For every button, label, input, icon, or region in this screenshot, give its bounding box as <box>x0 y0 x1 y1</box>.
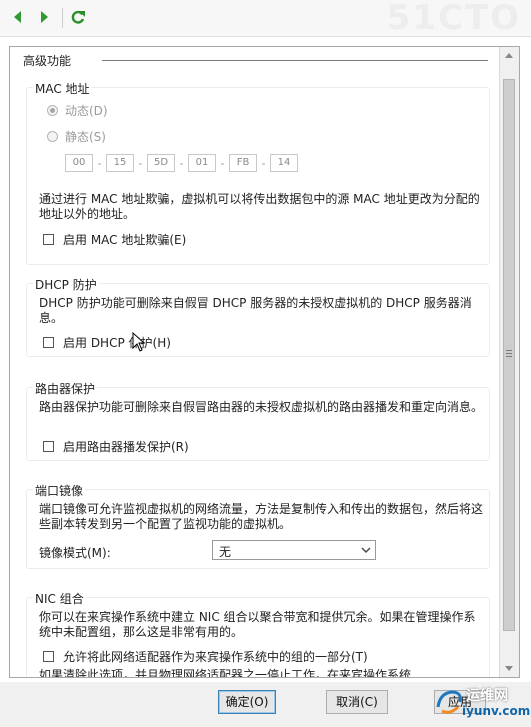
nic-teaming-title: NIC 组合 <box>33 590 86 607</box>
logo-icon <box>436 690 462 714</box>
ok-button[interactable]: 确定(O) <box>218 690 276 714</box>
nic-teaming-group: NIC 组合 你可以在来宾操作系统中建立 NIC 组合以聚合带宽和提供冗余。如果… <box>26 590 490 677</box>
mac-separator: - <box>97 156 102 170</box>
section-divider <box>102 60 488 61</box>
toolbar: 51CTO <box>0 0 531 38</box>
port-mirroring-description: 端口镜像可允许监视虚拟机的网络流量，方法是复制传入和传出的数据包，然后将这些副本… <box>39 502 484 531</box>
site-logo: 运维网 iyunv.com <box>434 683 531 723</box>
scroll-down-icon[interactable] <box>505 666 513 671</box>
watermark-logo: 51CTO <box>386 0 521 38</box>
cancel-button[interactable]: 取消(C) <box>326 690 388 714</box>
radio-static-label: 静态(S) <box>65 130 106 144</box>
chevron-down-icon <box>361 547 371 553</box>
mac-octet-2[interactable]: 15 <box>106 154 134 172</box>
dhcp-guard-check[interactable] <box>43 337 54 348</box>
port-mirroring-group: 端口镜像 端口镜像可允许监视虚拟机的网络流量，方法是复制传入和传出的数据包，然后… <box>26 482 490 569</box>
mac-spoofing-description: 通过进行 MAC 地址欺骗，虚拟机可以将传出数据包中的源 MAC 地址更改为分配… <box>39 192 480 221</box>
dhcp-guard-group: DHCP 防护 DHCP 防护功能可删除来自假冒 DHCP 服务器的未授权虚拟机… <box>26 276 490 357</box>
mac-separator: - <box>261 156 266 170</box>
mac-octet-5[interactable]: FB <box>229 154 257 172</box>
mouse-cursor-icon <box>132 332 146 352</box>
nic-teaming-label: 允许将此网络适配器作为来宾操作系统中的组的一部分(T) <box>63 650 368 664</box>
radio-dynamic-label: 动态(D) <box>65 104 108 118</box>
radio-static[interactable]: 静态(S) <box>47 128 106 145</box>
mac-octet-6[interactable]: 14 <box>270 154 298 172</box>
logo-name: 运维网 <box>466 688 508 704</box>
radio-static-indicator[interactable] <box>47 131 58 142</box>
router-guard-check[interactable] <box>43 441 54 452</box>
scroll-up-icon[interactable] <box>505 53 513 58</box>
dhcp-guard-label: 启用 DHCP 保护(H) <box>63 336 171 350</box>
radio-dynamic-indicator[interactable] <box>47 105 58 116</box>
router-guard-description: 路由器保护功能可删除来自假冒路由器的未授权虚拟机的路由器播发和重定向消息。 <box>39 400 484 414</box>
mac-octet-4[interactable]: 01 <box>188 154 216 172</box>
toolbar-separator <box>62 8 63 28</box>
port-mirroring-title: 端口镜像 <box>33 482 86 499</box>
router-guard-checkbox[interactable]: 启用路由器播发保护(R) <box>43 438 189 455</box>
scrollbar-thumb[interactable] <box>503 79 515 631</box>
grip-line <box>506 350 512 351</box>
grip-line <box>506 356 512 357</box>
dhcp-guard-description: DHCP 防护功能可删除来自假冒 DHCP 服务器的未授权虚拟机的 DHCP 服… <box>39 296 472 325</box>
router-guard-title: 路由器保护 <box>33 380 98 397</box>
settings-content: 高级功能 MAC 地址 动态(D) 静态(S) 00 - 15 - 5D - 0… <box>10 47 494 677</box>
mac-spoofing-check[interactable] <box>43 234 54 245</box>
mac-octet-3[interactable]: 5D <box>147 154 175 172</box>
mac-spoofing-label: 启用 MAC 地址欺骗(E) <box>63 233 187 247</box>
arrow-left-icon[interactable] <box>10 9 26 25</box>
mac-separator: - <box>220 156 225 170</box>
mac-address-group: MAC 地址 动态(D) 静态(S) 00 - 15 - 5D - 01 - F… <box>26 80 490 265</box>
dhcp-guard-checkbox[interactable]: 启用 DHCP 保护(H) <box>43 334 171 351</box>
nic-teaming-checkbox[interactable]: 允许将此网络适配器作为来宾操作系统中的组的一部分(T) <box>43 648 368 665</box>
vertical-scrollbar[interactable] <box>499 47 519 677</box>
mac-spoofing-checkbox[interactable]: 启用 MAC 地址欺骗(E) <box>43 231 186 248</box>
nic-teaming-check[interactable] <box>43 651 54 662</box>
mac-address-fields: 00 - 15 - 5D - 01 - FB - 14 <box>65 154 298 172</box>
arrow-right-icon[interactable] <box>36 9 52 25</box>
radio-dynamic[interactable]: 动态(D) <box>47 102 108 119</box>
mac-address-title: MAC 地址 <box>33 80 92 97</box>
router-guard-label: 启用路由器播发保护(R) <box>63 440 189 454</box>
dhcp-guard-title: DHCP 防护 <box>33 276 99 293</box>
nic-teaming-description: 你可以在来宾操作系统中建立 NIC 组合以聚合带宽和提供冗余。如果在管理操作系统… <box>39 610 476 639</box>
settings-panel: 高级功能 MAC 地址 动态(D) 静态(S) 00 - 15 - 5D - 0… <box>9 46 520 678</box>
logo-domain: iyunv.com <box>462 704 531 718</box>
grip-line <box>506 353 512 354</box>
nic-teaming-note: 如果清除此选项，并且物理网络适配器之一停止工作，在来宾操作系统 <box>39 668 412 677</box>
mirroring-mode-value: 无 <box>219 545 232 559</box>
refresh-icon[interactable] <box>70 9 86 25</box>
mac-separator: - <box>138 156 143 170</box>
mirroring-mode-select[interactable]: 无 <box>212 540 376 560</box>
mac-separator: - <box>179 156 184 170</box>
mirroring-mode-label: 镜像模式(M): <box>39 546 111 560</box>
section-title: 高级功能 <box>23 54 72 68</box>
router-guard-group: 路由器保护 路由器保护功能可删除来自假冒路由器的未授权虚拟机的路由器播发和重定向… <box>26 380 490 461</box>
mac-octet-1[interactable]: 00 <box>65 154 93 172</box>
